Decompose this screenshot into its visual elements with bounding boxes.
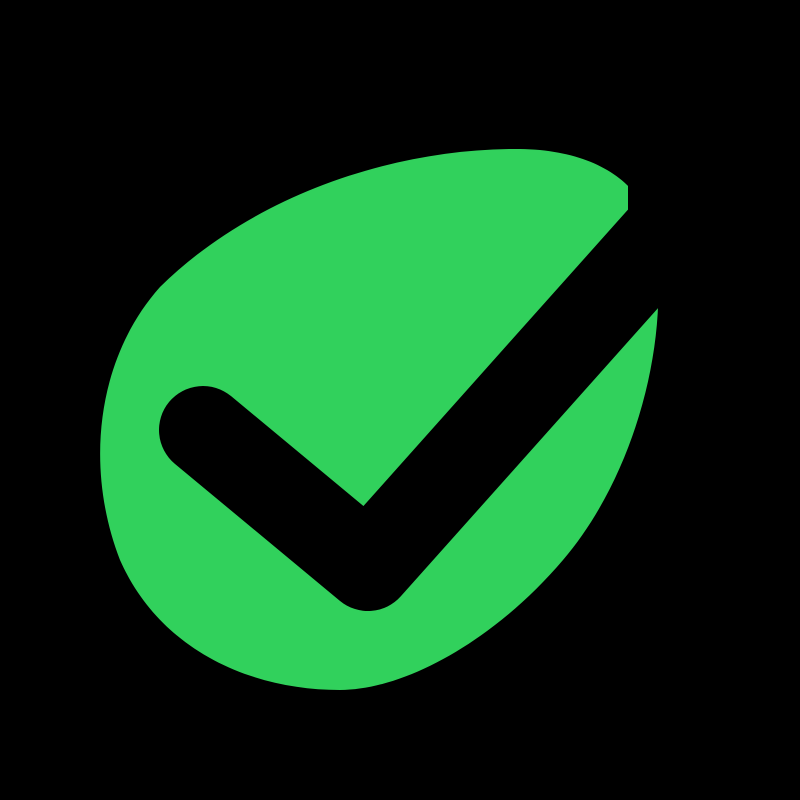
logo-canvas	[0, 0, 800, 800]
leaf-check-icon	[100, 120, 800, 690]
check-tail-mask	[628, 120, 800, 290]
